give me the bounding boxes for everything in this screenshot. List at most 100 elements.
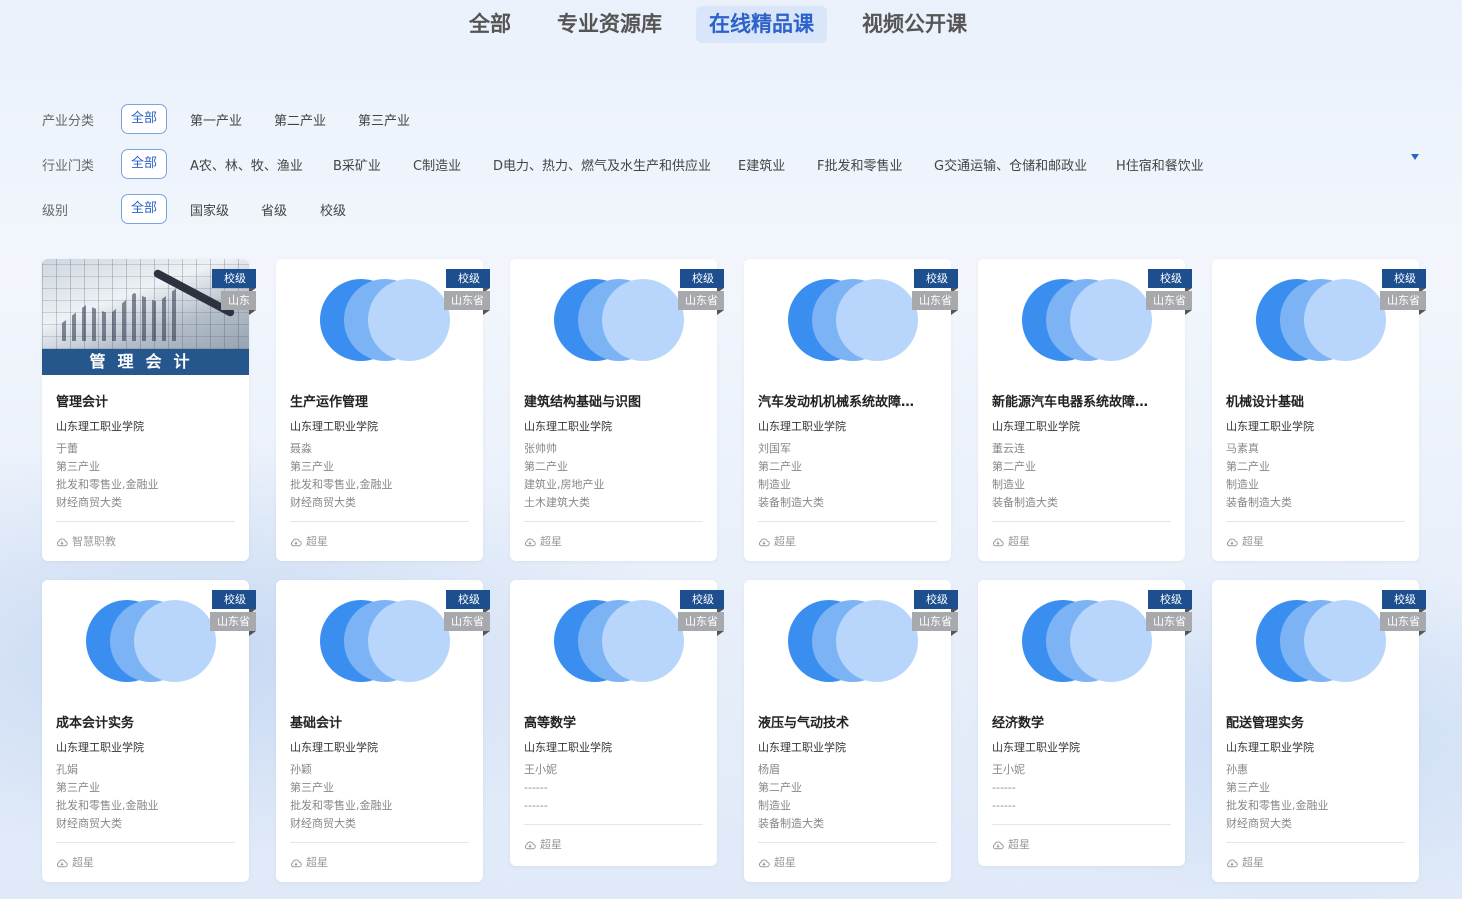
course-info: 机械设计基础 山东理工职业学院 马素真 第二产业 制造业 装备制造大类 超星 (1212, 391, 1419, 562)
course-title[interactable]: 新能源汽车电器系统故障… (992, 391, 1171, 409)
course-cover[interactable]: 管理会计 校级 山东 (42, 259, 256, 375)
course-card[interactable]: 校级 山东省机械设计基础 山东理工职业学院 马素真 第二产业 制造业 装备制造大类 超星 (1212, 259, 1426, 562)
course-sector: 制造业 (992, 478, 1025, 491)
course-title[interactable]: 基础会计 (290, 712, 469, 730)
course-category: 装备制造大类 (758, 496, 824, 509)
course-title[interactable]: 配送管理实务 (1226, 712, 1405, 730)
cloud-icon (992, 839, 1008, 851)
cloud-icon (524, 536, 540, 548)
level-badge: 校级 (680, 269, 724, 293)
filter-option-b[interactable]: B采矿业 (333, 155, 381, 174)
course-cover[interactable]: 校级 山东省 (744, 580, 958, 696)
course-info: 配送管理实务 山东理工职业学院 孙惠 第三产业 批发和零售业,金融业 财经商贸大类 超星 (1212, 712, 1419, 883)
filter-option-c[interactable]: C制造业 (413, 155, 461, 174)
course-cover-placeholder (1256, 279, 1386, 361)
level-badge: 校级 (914, 590, 958, 614)
triangle-down-icon[interactable] (1411, 154, 1419, 160)
course-platform: 超星 (758, 522, 937, 562)
level-badge: 校级 (446, 590, 490, 614)
course-cover[interactable]: 校级 山东省 (1212, 259, 1426, 375)
course-card[interactable]: 校级 山东省 成本会计实务 山东理工职业学院 孔娟 第三产业 批发和零售业,金融业 财经商贸大… (42, 580, 256, 882)
level-badge: 校级 (446, 269, 490, 293)
course-cover[interactable]: 校级 山东省 (42, 580, 256, 696)
tab-all[interactable]: 全部 (456, 6, 524, 43)
tab-online-courses[interactable]: 在线精品课 (696, 6, 827, 43)
region-badge: 山东省 (444, 612, 490, 636)
course-card[interactable]: 校级 山东省 高等数学 山东理工职业学院 王小妮 ------ ------ 超星 (510, 580, 724, 866)
course-cover[interactable]: 校级 山东省 (978, 580, 1192, 696)
filter-option-e[interactable]: E建筑业 (738, 155, 785, 174)
course-card[interactable]: 校级 山东省 汽车发动机机械系统故障… 山东理工职业学院 刘国军 第二产业 制造业 装备制造大… (744, 259, 958, 562)
filter-option-all[interactable]: 全部 (121, 104, 168, 134)
course-cover-placeholder (320, 279, 450, 361)
platform-label: 超星 (72, 856, 94, 869)
filter-option-a[interactable]: A农、林、牧、渔业 (190, 155, 303, 174)
course-card[interactable]: 校级 山东省 液压与气动技术 山东理工职业学院 杨眉 第二产业 制造业 装备制造大类 超星 (744, 580, 958, 883)
course-meta: 于蕾 第三产业 批发和零售业,金融业 财经商贸大类 (56, 440, 235, 512)
filter-option-all[interactable]: 全部 (121, 149, 168, 179)
filter-option-all[interactable]: 全部 (121, 194, 168, 224)
course-platform: 超星 (524, 825, 703, 865)
course-cover[interactable]: 校级 山东省 (1212, 580, 1426, 696)
course-teacher: 孙颖 (290, 763, 312, 776)
course-sector: 制造业 (758, 478, 791, 491)
course-card[interactable]: 校级 山东省建筑结构基础与识图 山东理工职业学院 张帅帅 第二产业 建筑业,房地产业 土木建… (510, 259, 724, 562)
course-card[interactable]: 校级 山东省 经济数学 山东理工职业学院 王小妮 ------ ------ 超星 (978, 580, 1192, 866)
course-cover[interactable]: 校级 山东省 (744, 259, 958, 375)
course-cover[interactable]: 校级 山东省 (978, 259, 1192, 375)
filter-option-tertiary[interactable]: 第三产业 (358, 110, 410, 129)
course-title[interactable]: 液压与气动技术 (758, 712, 937, 730)
filter-option-primary[interactable]: 第一产业 (190, 110, 242, 129)
course-platform: 超星 (758, 843, 937, 883)
course-school: 山东理工职业学院 (992, 741, 1080, 754)
course-industry: ------ (992, 781, 1016, 794)
course-card[interactable]: 校级 山东省 基础会计 山东理工职业学院 孙颖 第三产业 批发和零售业,金融业 财经商贸大类超… (276, 580, 490, 882)
course-cover[interactable]: 校级 山东省 (276, 259, 490, 375)
filter-option-h[interactable]: H住宿和餐饮业 (1116, 155, 1204, 174)
course-cover-placeholder (1022, 600, 1152, 682)
course-sector: 批发和零售业,金融业 (56, 799, 159, 812)
course-info: 建筑结构基础与识图 山东理工职业学院 张帅帅 第二产业 建筑业,房地产业 土木建筑大类 超星 (510, 391, 717, 562)
course-info: 管理会计 山东理工职业学院 于蕾 第三产业 批发和零售业,金融业 财经商贸大类 智慧职教 (42, 391, 249, 562)
course-cover[interactable]: 校级 山东省 (276, 580, 490, 696)
course-category: 土木建筑大类 (524, 496, 590, 509)
platform-label: 超星 (1008, 535, 1030, 548)
course-title[interactable]: 成本会计实务 (56, 712, 235, 730)
tab-resource-library[interactable]: 专业资源库 (544, 6, 675, 43)
course-category: 财经商贸大类 (290, 496, 356, 509)
filter-option-d[interactable]: D电力、热力、燃气及水生产和供应业 (493, 155, 711, 174)
course-platform: 超星 (1226, 843, 1405, 883)
course-meta: 张帅帅 第二产业 建筑业,房地产业 土木建筑大类 (524, 440, 703, 512)
cloud-icon (290, 536, 306, 548)
course-title[interactable]: 建筑结构基础与识图 (524, 391, 703, 409)
cloud-icon (56, 536, 72, 548)
region-badge: 山东省 (1380, 291, 1426, 315)
course-title[interactable]: 管理会计 (56, 391, 235, 409)
course-card[interactable]: 校级 山东省 生产运作管理 山东理工职业学院 聂淼 第三产业 批发和零售业,金融业 财经商贸大… (276, 259, 490, 561)
course-meta: 杨眉 第二产业 制造业 装备制造大类 (758, 761, 937, 833)
filter-row-level: 级别 全部 国家级 省级 校级 (42, 194, 1432, 224)
course-card[interactable]: 校级 山东省 配送管理实务 山东理工职业学院 孙惠 第三产业 批发和零售业,金融业 财经商贸大… (1212, 580, 1426, 883)
course-title[interactable]: 生产运作管理 (290, 391, 469, 409)
level-badge: 校级 (1382, 590, 1426, 614)
course-title[interactable]: 汽车发动机机械系统故障… (758, 391, 937, 409)
filter-option-f[interactable]: F批发和零售业 (817, 155, 902, 174)
course-cover[interactable]: 校级 山东省 (510, 259, 724, 375)
region-badge: 山东省 (912, 291, 958, 315)
filter-option-secondary[interactable]: 第二产业 (274, 110, 326, 129)
course-title[interactable]: 经济数学 (992, 712, 1171, 730)
region-badge: 山东省 (1380, 612, 1426, 636)
filter-option-g[interactable]: G交通运输、仓储和邮政业 (934, 155, 1087, 174)
course-meta: 王小妮 ------ ------ (992, 761, 1171, 815)
course-card[interactable]: 管理会计 校级 山东管理会计 山东理工职业学院 于蕾 第三产业 批发和零售业,金融业 财经商贸… (42, 259, 256, 562)
filter-option-provincial[interactable]: 省级 (261, 200, 287, 219)
course-title[interactable]: 高等数学 (524, 712, 703, 730)
course-teacher: 王小妮 (524, 763, 557, 776)
course-school: 山东理工职业学院 (1226, 741, 1314, 754)
course-card[interactable]: 校级 山东省 新能源汽车电器系统故障… 山东理工职业学院 董云连 第二产业 制造业 装备制造大… (978, 259, 1192, 561)
filter-option-school[interactable]: 校级 (320, 200, 346, 219)
filter-option-national[interactable]: 国家级 (190, 200, 229, 219)
tab-open-video-courses[interactable]: 视频公开课 (849, 6, 980, 43)
course-title[interactable]: 机械设计基础 (1226, 391, 1405, 409)
course-cover[interactable]: 校级 山东省 (510, 580, 724, 696)
